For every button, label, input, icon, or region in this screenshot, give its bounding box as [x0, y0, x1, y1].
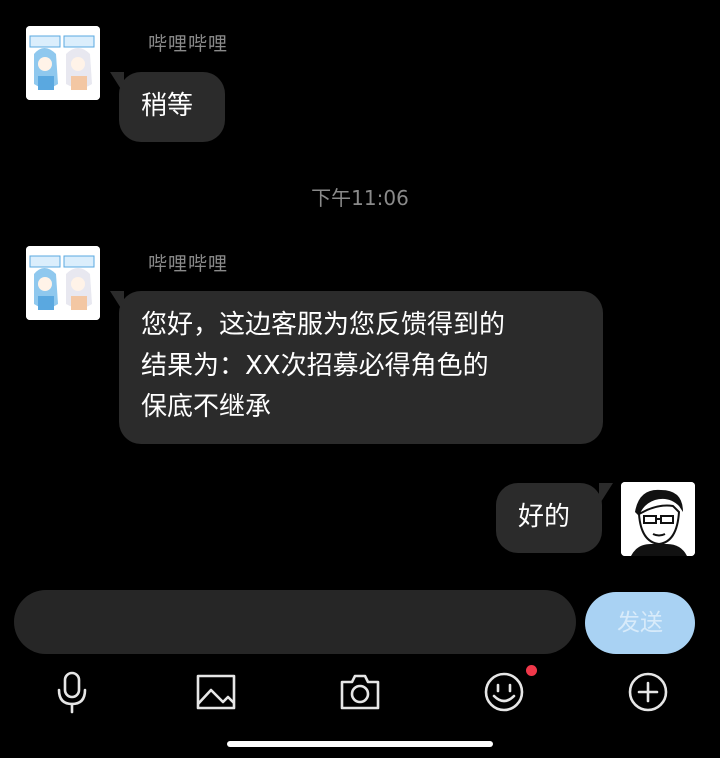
emoji-icon[interactable] — [482, 670, 526, 714]
message-bubble-self[interactable]: 好的 — [496, 483, 613, 553]
message-input[interactable] — [14, 590, 576, 654]
message-bubble[interactable]: 稍等 — [110, 72, 225, 142]
message-text-line: 您好，这边客服为您反馈得到的 — [141, 310, 506, 340]
timestamp: 下午11:06 — [311, 186, 409, 210]
user-avatar[interactable] — [621, 482, 695, 556]
message-text-line: 结果为：XX次招募必得角色的 — [141, 351, 489, 381]
sender-name: 哔哩哔哩 — [148, 33, 229, 55]
home-indicator[interactable] — [227, 741, 493, 747]
message-text-line: 保底不继承 — [141, 392, 272, 422]
camera-icon[interactable] — [338, 670, 382, 714]
agent-avatar[interactable] — [26, 246, 100, 320]
message-text: 稍等 — [141, 91, 194, 121]
plus-icon[interactable] — [626, 670, 670, 714]
agent-avatar[interactable] — [26, 26, 100, 100]
message-text: 好的 — [518, 502, 571, 532]
message-bubble[interactable]: 您好，这边客服为您反馈得到的 结果为：XX次招募必得角色的 保底不继承 — [110, 291, 603, 444]
image-icon[interactable] — [195, 670, 239, 714]
notification-dot — [526, 665, 537, 676]
microphone-icon[interactable] — [50, 670, 94, 714]
sender-name: 哔哩哔哩 — [148, 253, 229, 275]
send-button[interactable]: 发送 — [585, 592, 695, 654]
